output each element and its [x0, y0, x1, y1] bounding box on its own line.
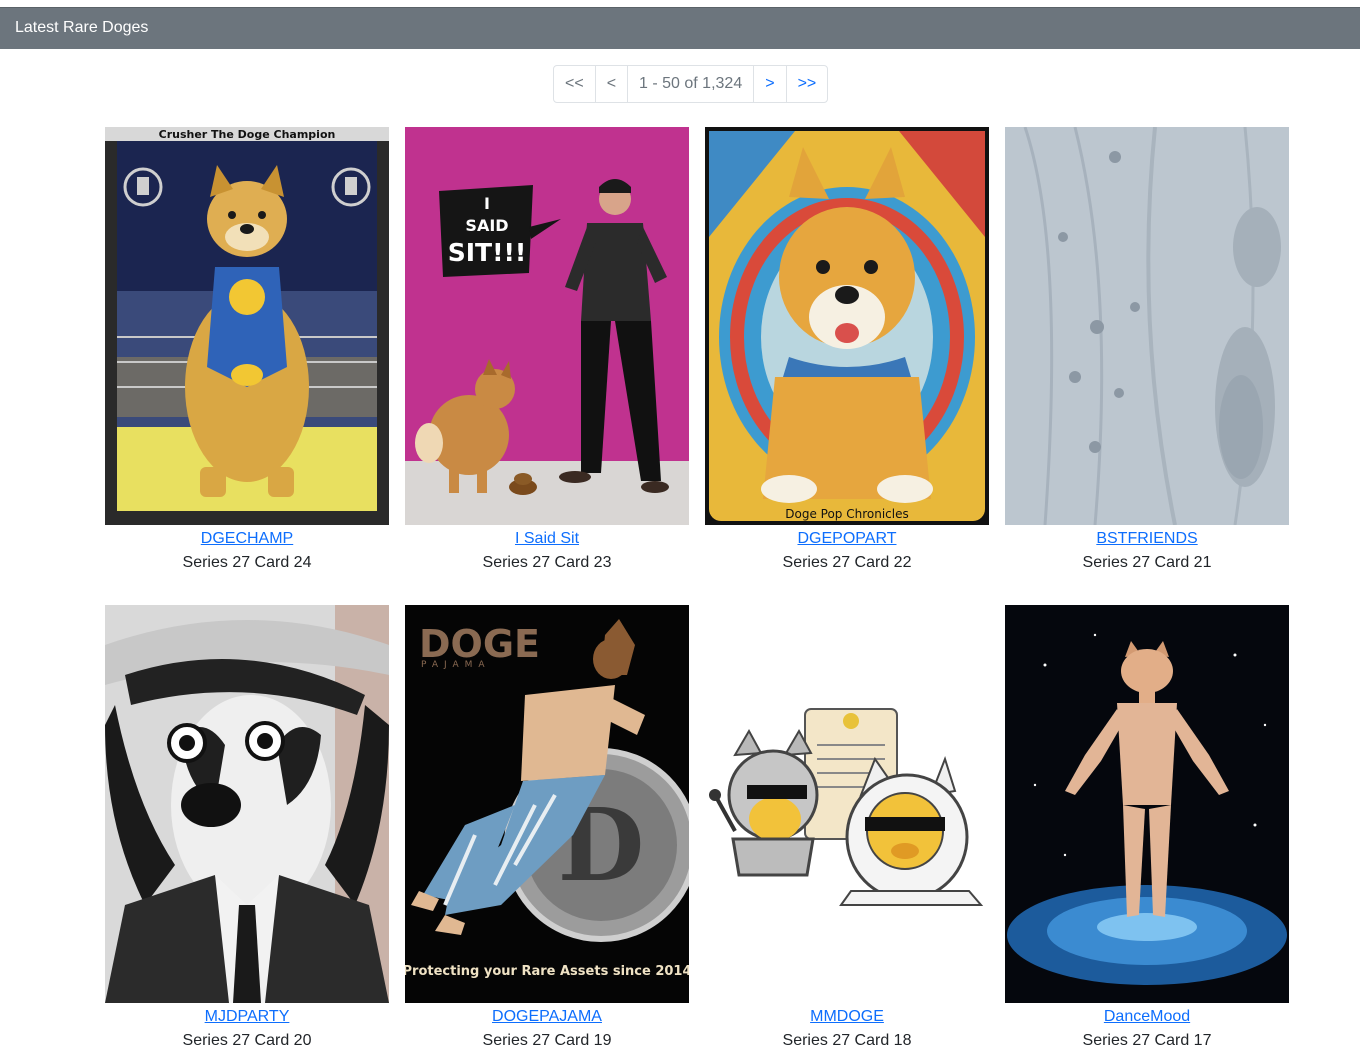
speech-line-2: SAID	[465, 216, 508, 235]
pagination: << < 1 - 50 of 1,324 > >>	[553, 65, 829, 103]
card-dgechamp: Crusher The Doge Champion DGECHAMP Serie…	[105, 127, 389, 573]
card-image-mjdparty[interactable]	[105, 605, 389, 1003]
card-image-dgechamp[interactable]: Crusher The Doge Champion	[105, 127, 389, 525]
speech-line-1: I	[484, 194, 490, 213]
card-bstfriends: BSTFRIENDS Series 27 Card 21	[1005, 127, 1289, 573]
card-series-label: Series 27 Card 20	[182, 1032, 312, 1049]
dgepopart-caption: Doge Pop Chronicles	[785, 507, 908, 521]
page-title: Latest Rare Doges	[15, 19, 149, 36]
dancemood-art	[1005, 605, 1289, 1003]
card-name-link[interactable]: MJDPARTY	[105, 1007, 389, 1027]
dogepajama-slogan: Protecting your Rare Assets since 2014	[405, 964, 689, 979]
previous-page-button[interactable]: <	[594, 66, 627, 102]
card-series-label: Series 27 Card 19	[482, 1032, 612, 1049]
card-series-label: Series 27 Card 24	[182, 554, 312, 571]
card-image-dancemood[interactable]	[1005, 605, 1289, 1003]
speech-line-3: SIT!!!	[448, 238, 527, 267]
card-series-label: Series 27 Card 21	[1082, 554, 1212, 571]
card-dogepajama: DOGE PAJAMA D Protecting your Rare Asset…	[405, 605, 689, 1051]
card-series-label: Series 27 Card 22	[782, 554, 912, 571]
i-said-sit-art: I SAID SIT!!!	[405, 127, 689, 525]
next-page-button[interactable]: >	[753, 66, 785, 102]
dogepajama-art: DOGE PAJAMA D Protecting your Rare Asset…	[405, 605, 689, 1003]
card-dgepopart: Doge Pop Chronicles DGEPOPART Series 27 …	[705, 127, 989, 573]
card-image-i-said-sit[interactable]: I SAID SIT!!!	[405, 127, 689, 525]
card-name-link[interactable]: I Said Sit	[405, 529, 689, 549]
card-series-label: Series 27 Card 17	[1082, 1032, 1212, 1049]
card-name-link[interactable]: MMDOGE	[705, 1007, 989, 1027]
first-page-button[interactable]: <<	[554, 66, 595, 102]
mmdoge-art	[705, 605, 989, 1003]
card-image-bstfriends[interactable]	[1005, 127, 1289, 525]
card-dancemood: DanceMood Series 27 Card 17	[1005, 605, 1289, 1051]
dgepopart-art: Doge Pop Chronicles	[705, 127, 989, 525]
card-name-link[interactable]: BSTFRIENDS	[1005, 529, 1289, 549]
card-series-label: Series 27 Card 18	[782, 1032, 912, 1049]
card-series-label: Series 27 Card 23	[482, 554, 612, 571]
last-page-button[interactable]: >>	[785, 66, 828, 102]
card-mmdoge: MMDOGE Series 27 Card 18	[705, 605, 989, 1051]
card-name-link[interactable]: DGEPOPART	[705, 529, 989, 549]
card-i-said-sit: I SAID SIT!!! I Said Sit Series 27 Card …	[405, 127, 689, 573]
mjdparty-art	[105, 605, 389, 1003]
card-image-dgepopart[interactable]: Doge Pop Chronicles	[705, 127, 989, 525]
card-name-link[interactable]: DOGEPAJAMA	[405, 1007, 689, 1027]
card-image-mmdoge[interactable]	[705, 605, 989, 1003]
page-range-info: 1 - 50 of 1,324	[627, 66, 753, 102]
dgechamp-art: Crusher The Doge Champion	[105, 127, 389, 525]
card-mjdparty: MJDPARTY Series 27 Card 20	[105, 605, 389, 1051]
dogepajama-logo-pajama: PAJAMA	[421, 660, 491, 670]
card-name-link[interactable]: DGECHAMP	[105, 529, 389, 549]
card-image-dogepajama[interactable]: DOGE PAJAMA D Protecting your Rare Asset…	[405, 605, 689, 1003]
card-name-link[interactable]: DanceMood	[1005, 1007, 1289, 1027]
bstfriends-art	[1005, 127, 1289, 525]
top-strip	[0, 0, 1360, 7]
dgechamp-caption: Crusher The Doge Champion	[159, 128, 336, 141]
page-header: Latest Rare Doges	[0, 7, 1360, 49]
